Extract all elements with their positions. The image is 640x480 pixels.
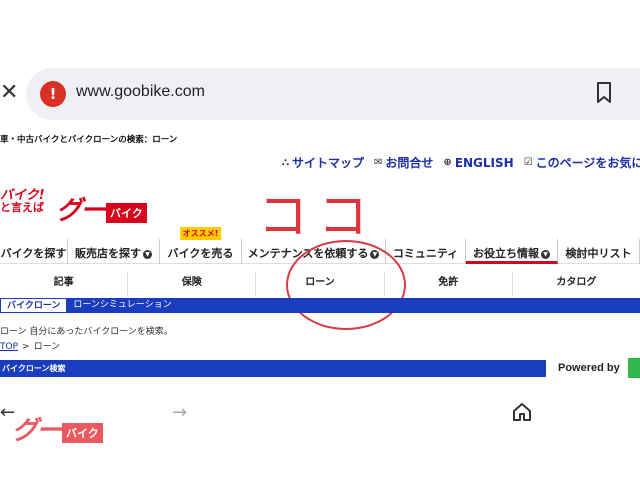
sitemap-link[interactable]: ⛬ サイトマップ: [282, 154, 364, 171]
nav-community[interactable]: コミュニティ: [386, 239, 466, 264]
mail-icon: ✉: [374, 157, 383, 168]
sitemap-icon: ⛬: [282, 157, 289, 168]
nav-search-dealer[interactable]: 販売店を探す ▼: [68, 239, 160, 264]
favorite-label: このページをお気に: [535, 156, 640, 170]
security-warning-icon[interactable]: !: [40, 81, 66, 107]
nav-useful-info[interactable]: お役立ち情報 ▼: [466, 239, 558, 264]
nav-search-bike[interactable]: バイクを探す: [0, 239, 68, 264]
breadcrumb-separator: >: [22, 342, 30, 352]
chevron-down-icon: ▼: [541, 249, 550, 259]
favorite-icon: ☑: [523, 157, 533, 168]
subnav-catalog[interactable]: カタログ: [513, 272, 640, 296]
watermark-logo-bike: バイク: [62, 423, 103, 443]
partner-logo: [628, 358, 640, 378]
nav-label: 販売店を探す: [75, 247, 141, 260]
english-link[interactable]: ⊕ ENGLISH: [443, 154, 513, 171]
home-icon[interactable]: [512, 402, 532, 422]
nav-label: コミュニティ: [392, 247, 459, 260]
favorite-link[interactable]: ☑ このページをお気に: [524, 154, 640, 171]
recommend-badge: オススメ!: [179, 227, 222, 240]
address-bar[interactable]: ! www.goobike.com: [26, 68, 640, 120]
subnav-insurance[interactable]: 保険: [128, 272, 257, 296]
nav-sell-bike[interactable]: オススメ! バイクを売る: [160, 227, 242, 264]
sitemap-label: サイトマップ: [292, 156, 365, 170]
breadcrumb-top-link[interactable]: TOP: [0, 342, 18, 352]
site-logo-bike[interactable]: バイク: [106, 203, 147, 223]
section-title: バイクローン検索: [0, 360, 546, 377]
breadcrumb-current: ローン: [33, 342, 61, 352]
bookmark-icon[interactable]: [596, 82, 612, 104]
nav-label: バイクを探す: [0, 247, 67, 260]
powered-by-label: Powered by: [558, 362, 620, 374]
nav-consider-list[interactable]: 検討中リスト: [558, 239, 640, 264]
url-text[interactable]: www.goobike.com: [76, 83, 205, 101]
loan-tabs: バイクローン ローンシミュレーション: [0, 298, 640, 313]
chevron-down-icon: ▼: [143, 249, 152, 259]
contact-link[interactable]: ✉ お問合せ: [374, 154, 433, 171]
page-heading-breadcrumb: 車・中古バイクとバイクローンの検索：ローン: [0, 135, 178, 145]
nav-label: 検討中リスト: [565, 247, 632, 260]
forward-arrow-icon[interactable]: →: [172, 402, 187, 423]
breadcrumb: TOP > ローン: [0, 339, 60, 352]
contact-label: お問合せ: [385, 156, 434, 170]
english-label: ENGLISH: [454, 155, 514, 170]
annotation-circle: [286, 240, 406, 330]
tab-bike-loan[interactable]: バイクローン: [0, 298, 68, 313]
globe-icon: ⊕: [443, 157, 452, 168]
annotation-text: ココ: [258, 187, 378, 245]
subnav-articles[interactable]: 記事: [0, 272, 129, 296]
nav-label: お役立ち情報: [473, 247, 539, 260]
logo-tagline-line2: と言えば: [0, 201, 44, 214]
close-tab-icon[interactable]: ✕: [0, 80, 18, 106]
nav-label: バイクを売る: [167, 247, 234, 260]
page-description: ローン 自分にあったバイクローンを検索。: [0, 327, 173, 337]
logo-tagline[interactable]: バイク! と言えば: [0, 189, 45, 214]
utility-links: ⛬ サイトマップ ✉ お問合せ ⊕ ENGLISH ☑ このページをお気に: [282, 154, 640, 171]
watermark-logo: グー: [12, 416, 62, 446]
site-logo[interactable]: グー: [56, 190, 106, 227]
tab-loan-simulation[interactable]: ローンシミュレーション: [67, 298, 177, 313]
